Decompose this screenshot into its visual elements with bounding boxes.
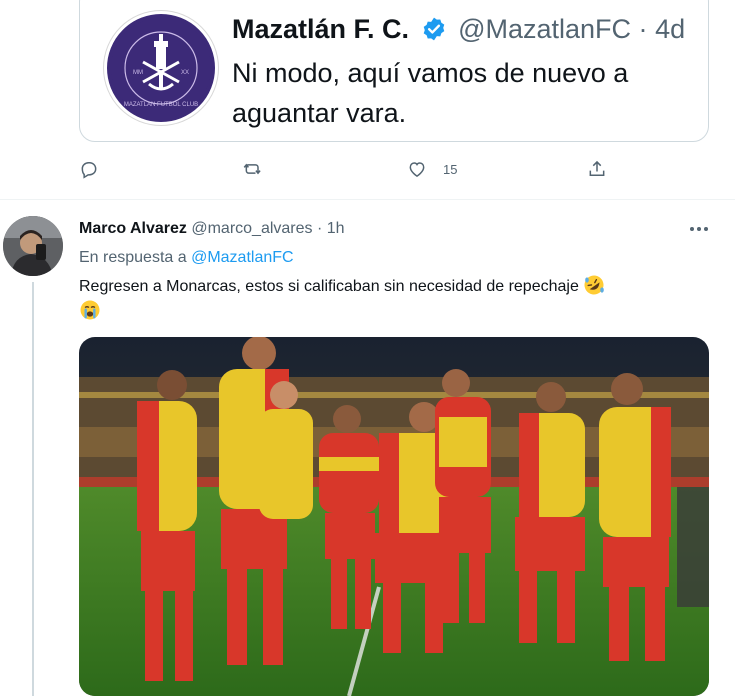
share-icon [589,160,605,176]
reply-tweet-header: Marco Alvarez @marco_alvares · 1h [79,219,345,239]
reply-tweet-text: Regresen a Monarcas, estos si calificaba… [79,274,704,324]
replying-to-handle-link[interactable]: @MazatlanFC [191,249,294,266]
mazatlan-fc-logo[interactable]: MM XX MAZATLAN FUTBOL CLUB [104,11,218,125]
reply-button[interactable] [79,159,115,179]
thread-connector-line [32,282,34,696]
reply-author-name[interactable]: Marco Alvarez [79,220,187,237]
reply-dot-separator: · [316,220,323,237]
quoted-tweet-header: Mazatlán F. C. @MazatlanFC · 4d [232,13,685,49]
svg-text:MAZATLAN FUTBOL CLUB: MAZATLAN FUTBOL CLUB [124,102,198,108]
avatar[interactable] [3,216,63,276]
tweet-action-bar: 15 [79,159,619,183]
loudly-crying-face-icon [79,299,101,321]
like-count: 15 [443,161,458,177]
tweet-photo[interactable] [79,337,709,696]
replying-to-line: En respuesta a @MazatlanFC [79,248,294,268]
verified-badge-icon [421,16,447,49]
svg-text:XX: XX [181,70,189,76]
quoted-dot-separator: · [638,14,648,44]
quoted-author-handle[interactable]: @MazatlanFC [458,14,631,44]
retweet-icon [243,163,261,175]
replying-to-label: En respuesta a [79,249,187,266]
club-crest-icon: MM XX MAZATLAN FUTBOL CLUB [111,18,211,118]
quoted-tweet-text: Ni modo, aquí vamos de nuevo a aguantar … [232,58,629,128]
like-button[interactable]: 15 [407,159,457,179]
rolling-on-floor-laughing-icon [583,274,605,296]
reply-icon [81,162,97,179]
heart-icon [409,162,425,177]
share-button[interactable] [587,159,623,179]
svg-text:MM: MM [133,70,143,76]
tweet-divider [0,199,735,200]
quoted-author-name[interactable]: Mazatlán F. C. [232,14,409,44]
reply-author-handle[interactable]: @marco_alvares [191,220,312,237]
more-dots-icon [690,227,708,231]
quoted-tweet-card[interactable]: MM XX MAZATLAN FUTBOL CLUB Mazatlán F. C… [79,0,709,142]
more-options-button[interactable] [688,219,710,239]
retweet-button[interactable] [243,159,279,179]
football-celebration-photo [79,337,709,696]
reply-timestamp[interactable]: 1h [327,220,345,237]
quoted-timestamp[interactable]: 4d [655,14,685,44]
user-avatar-photo [3,216,63,276]
reply-text-content: Regresen a Monarcas, estos si calificaba… [79,278,579,295]
